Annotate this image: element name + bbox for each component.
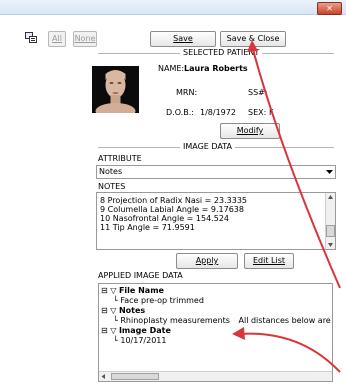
annotation-arrow-tree xyxy=(239,332,341,373)
patient-image-dialog: ✕ All None Save Save & Close SELECTED PA… xyxy=(0,0,346,392)
annotation-arrowhead-save xyxy=(247,40,258,52)
annotation-arrows xyxy=(232,40,341,373)
annotation-arrow-save xyxy=(251,45,341,289)
annotation-arrowhead-tree xyxy=(232,327,245,340)
